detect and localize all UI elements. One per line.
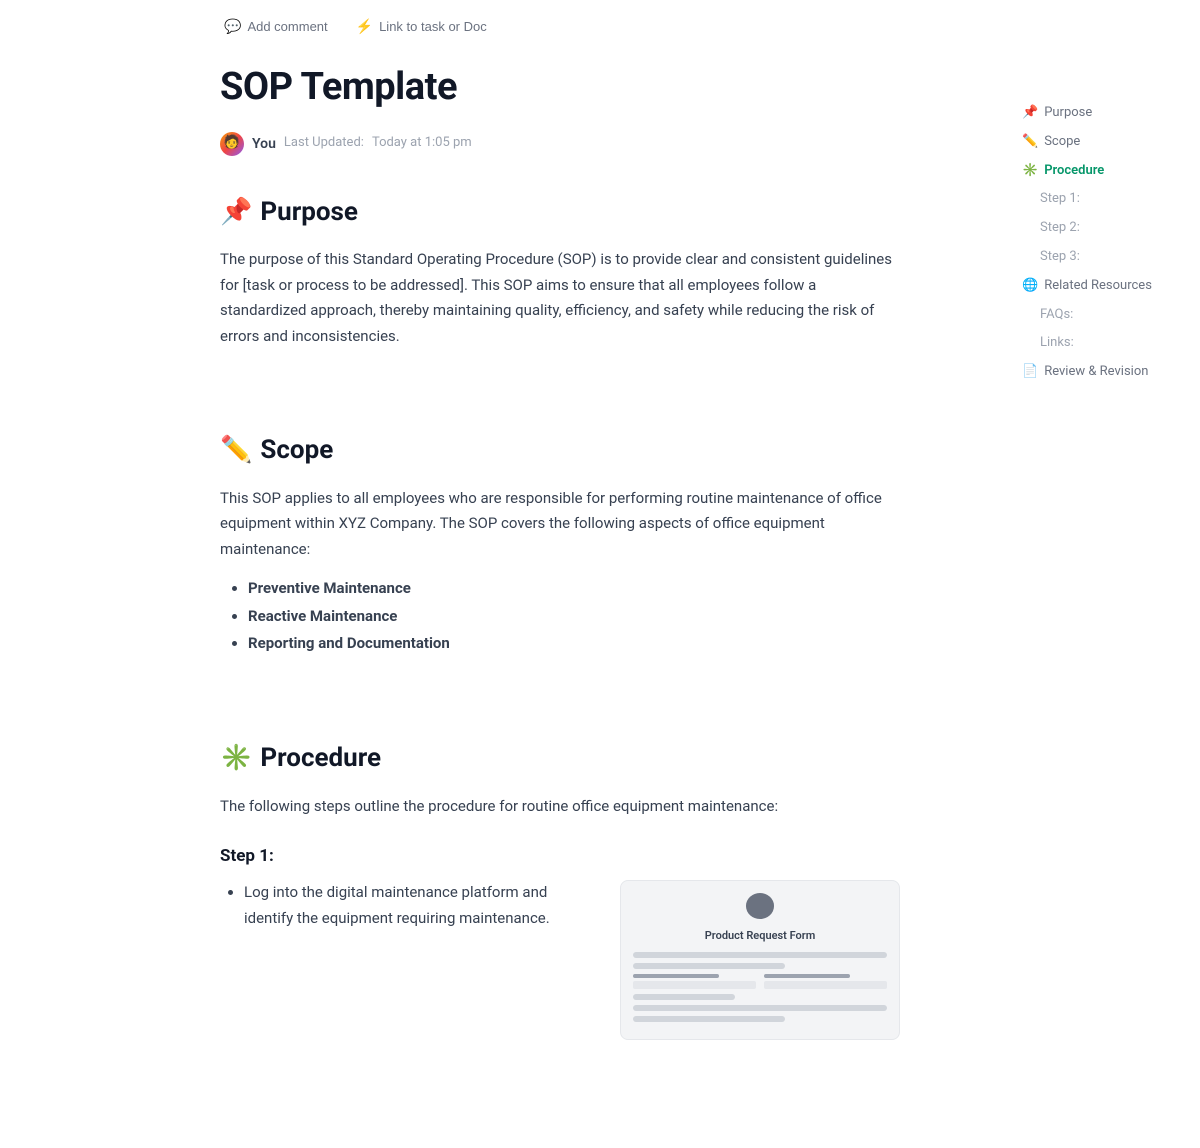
scope-body: This SOP applies to all employees who ar… [220,486,900,563]
divider-2 [220,705,900,706]
form-field [633,981,756,989]
sidebar-item-purpose[interactable]: 📌 Purpose [1016,100,1184,127]
sidebar-item-scope[interactable]: ✏️ Scope [1016,129,1184,156]
procedure-heading-text: Procedure [260,738,381,780]
divider-1 [220,397,900,398]
link-icon: ⚡ [356,18,373,35]
sidebar-step3-label: Step 3: [1040,247,1080,268]
form-avatar [746,893,774,918]
scope-heading: ✏️ Scope [220,430,900,472]
procedure-heading: ✳️ Procedure [220,738,900,780]
step1-heading: Step 1: [220,843,900,870]
author-name: You [252,133,276,155]
sidebar-item-procedure[interactable]: ✳️ Procedure [1016,158,1184,185]
add-comment-button[interactable]: 💬 Add comment [220,16,332,37]
procedure-body: The following steps outline the procedur… [220,794,900,820]
step1-text: Log into the digital maintenance platfor… [220,880,588,931]
scope-emoji: ✏️ [220,430,252,472]
sidebar-item-faqs[interactable]: FAQs: [1016,302,1184,329]
form-line [633,1016,785,1022]
form-line [633,963,785,969]
sidebar-step2-label: Step 2: [1040,218,1080,239]
list-item: Reactive Maintenance [248,604,900,630]
comment-icon: 💬 [224,18,241,35]
sidebar-scope-label: Scope [1044,132,1080,153]
toolbar: 💬 Add comment ⚡ Link to task or Doc [220,0,900,49]
last-updated-value: Today at 1:05 pm [372,133,472,154]
procedure-sidebar-icon: ✳️ [1022,161,1038,182]
app-container: 💬 Add comment ⚡ Link to task or Doc SOP … [0,0,1200,1148]
sidebar-item-related-resources[interactable]: 🌐 Related Resources [1016,273,1184,300]
list-item: Log into the digital maintenance platfor… [244,880,588,931]
author-line: 🧑 You Last Updated: Today at 1:05 pm [220,132,900,156]
form-row [633,974,887,989]
purpose-heading: 📌 Purpose [220,192,900,234]
form-line [633,1005,887,1011]
form-line [633,952,887,958]
scope-heading-text: Scope [260,430,333,472]
form-col [633,974,756,989]
add-comment-label: Add comment [247,19,327,34]
purpose-heading-text: Purpose [260,192,358,234]
review-revision-icon: 📄 [1022,362,1038,383]
list-item: Preventive Maintenance [248,576,900,602]
sidebar-faqs-label: FAQs: [1040,305,1073,326]
list-item: Reporting and Documentation [248,631,900,657]
product-request-form-image[interactable]: Product Request Form [620,880,900,1040]
form-col [764,974,887,989]
form-label [764,974,850,978]
purpose-emoji: 📌 [220,192,252,234]
procedure-section: ✳️ Procedure The following steps outline… [220,738,900,1040]
purpose-section: 📌 Purpose The purpose of this Standard O… [220,192,900,350]
form-line [633,994,735,1000]
related-resources-icon: 🌐 [1022,276,1038,297]
sidebar-item-links[interactable]: Links: [1016,330,1184,357]
sidebar-links-label: Links: [1040,333,1074,354]
scope-bullets: Preventive Maintenance Reactive Maintena… [220,576,900,657]
form-label [633,974,719,978]
sidebar-related-label: Related Resources [1044,276,1152,297]
sidebar-step1-label: Step 1: [1040,189,1080,210]
sidebar-item-step3[interactable]: Step 3: [1016,244,1184,271]
procedure-emoji: ✳️ [220,738,252,780]
sidebar-item-step1[interactable]: Step 1: [1016,186,1184,213]
scope-sidebar-icon: ✏️ [1022,132,1038,153]
form-field [764,981,887,989]
sidebar-item-step2[interactable]: Step 2: [1016,215,1184,242]
sidebar-review-label: Review & Revision [1044,362,1148,383]
avatar: 🧑 [220,132,244,156]
purpose-sidebar-icon: 📌 [1022,103,1038,124]
page-title: SOP Template [220,57,900,118]
scope-section: ✏️ Scope This SOP applies to all employe… [220,430,900,657]
sidebar-item-review-revision[interactable]: 📄 Review & Revision [1016,359,1184,386]
form-title: Product Request Form [705,927,816,945]
form-lines [633,952,887,1027]
sidebar-purpose-label: Purpose [1044,103,1092,124]
link-to-task-button[interactable]: ⚡ Link to task or Doc [352,16,491,37]
last-updated-label: Last Updated: [284,133,364,154]
step1-content: Log into the digital maintenance platfor… [220,880,900,1040]
link-to-task-label: Link to task or Doc [379,19,487,34]
right-sidebar: 📌 Purpose ✏️ Scope ✳️ Procedure Step 1: … [1000,0,1200,873]
sidebar-procedure-label: Procedure [1044,161,1104,182]
main-content: 💬 Add comment ⚡ Link to task or Doc SOP … [0,0,960,1148]
purpose-body: The purpose of this Standard Operating P… [220,247,900,349]
